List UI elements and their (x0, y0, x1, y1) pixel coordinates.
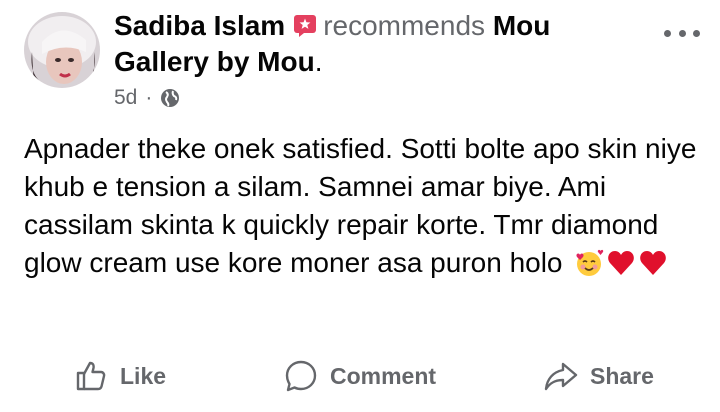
comment-label: Comment (330, 362, 437, 389)
post-body: Apnader theke onek satisfied. Sotti bolt… (24, 130, 704, 282)
author-avatar[interactable] (24, 12, 100, 88)
like-button[interactable]: Like (74, 359, 166, 393)
recommends-verb: recommends (323, 10, 486, 41)
red-heart-icon (640, 251, 667, 275)
more-dot-icon (678, 29, 686, 37)
emoji-row (574, 248, 670, 278)
share-button[interactable]: Share (544, 359, 654, 393)
comment-bubble-icon (285, 360, 317, 392)
page-suffix: . (314, 46, 323, 77)
post-timestamp[interactable]: 5d (114, 86, 137, 110)
post-action-bar: Like Comment Share (0, 352, 720, 400)
like-label: Like (120, 362, 167, 389)
share-label: Share (590, 362, 654, 389)
author-name[interactable]: Sadiba Islam (114, 10, 285, 41)
smiling-face-with-hearts-icon (576, 249, 604, 276)
avatar-image (24, 12, 100, 88)
comment-button[interactable]: Comment (284, 359, 436, 393)
post-meta: 5d · (114, 86, 180, 110)
more-dot-icon (664, 29, 671, 37)
more-options-button[interactable] (664, 26, 700, 40)
more-dot-icon (693, 29, 700, 37)
recommend-icon (293, 11, 317, 37)
meta-separator: · (145, 86, 153, 109)
thumbs-up-icon (76, 361, 106, 391)
share-arrow-icon (544, 362, 578, 391)
red-heart-icon (608, 251, 635, 275)
globe-icon (161, 89, 180, 107)
post-header: Sadiba Islam recommends Mou Gallery by Mo… (114, 8, 634, 80)
